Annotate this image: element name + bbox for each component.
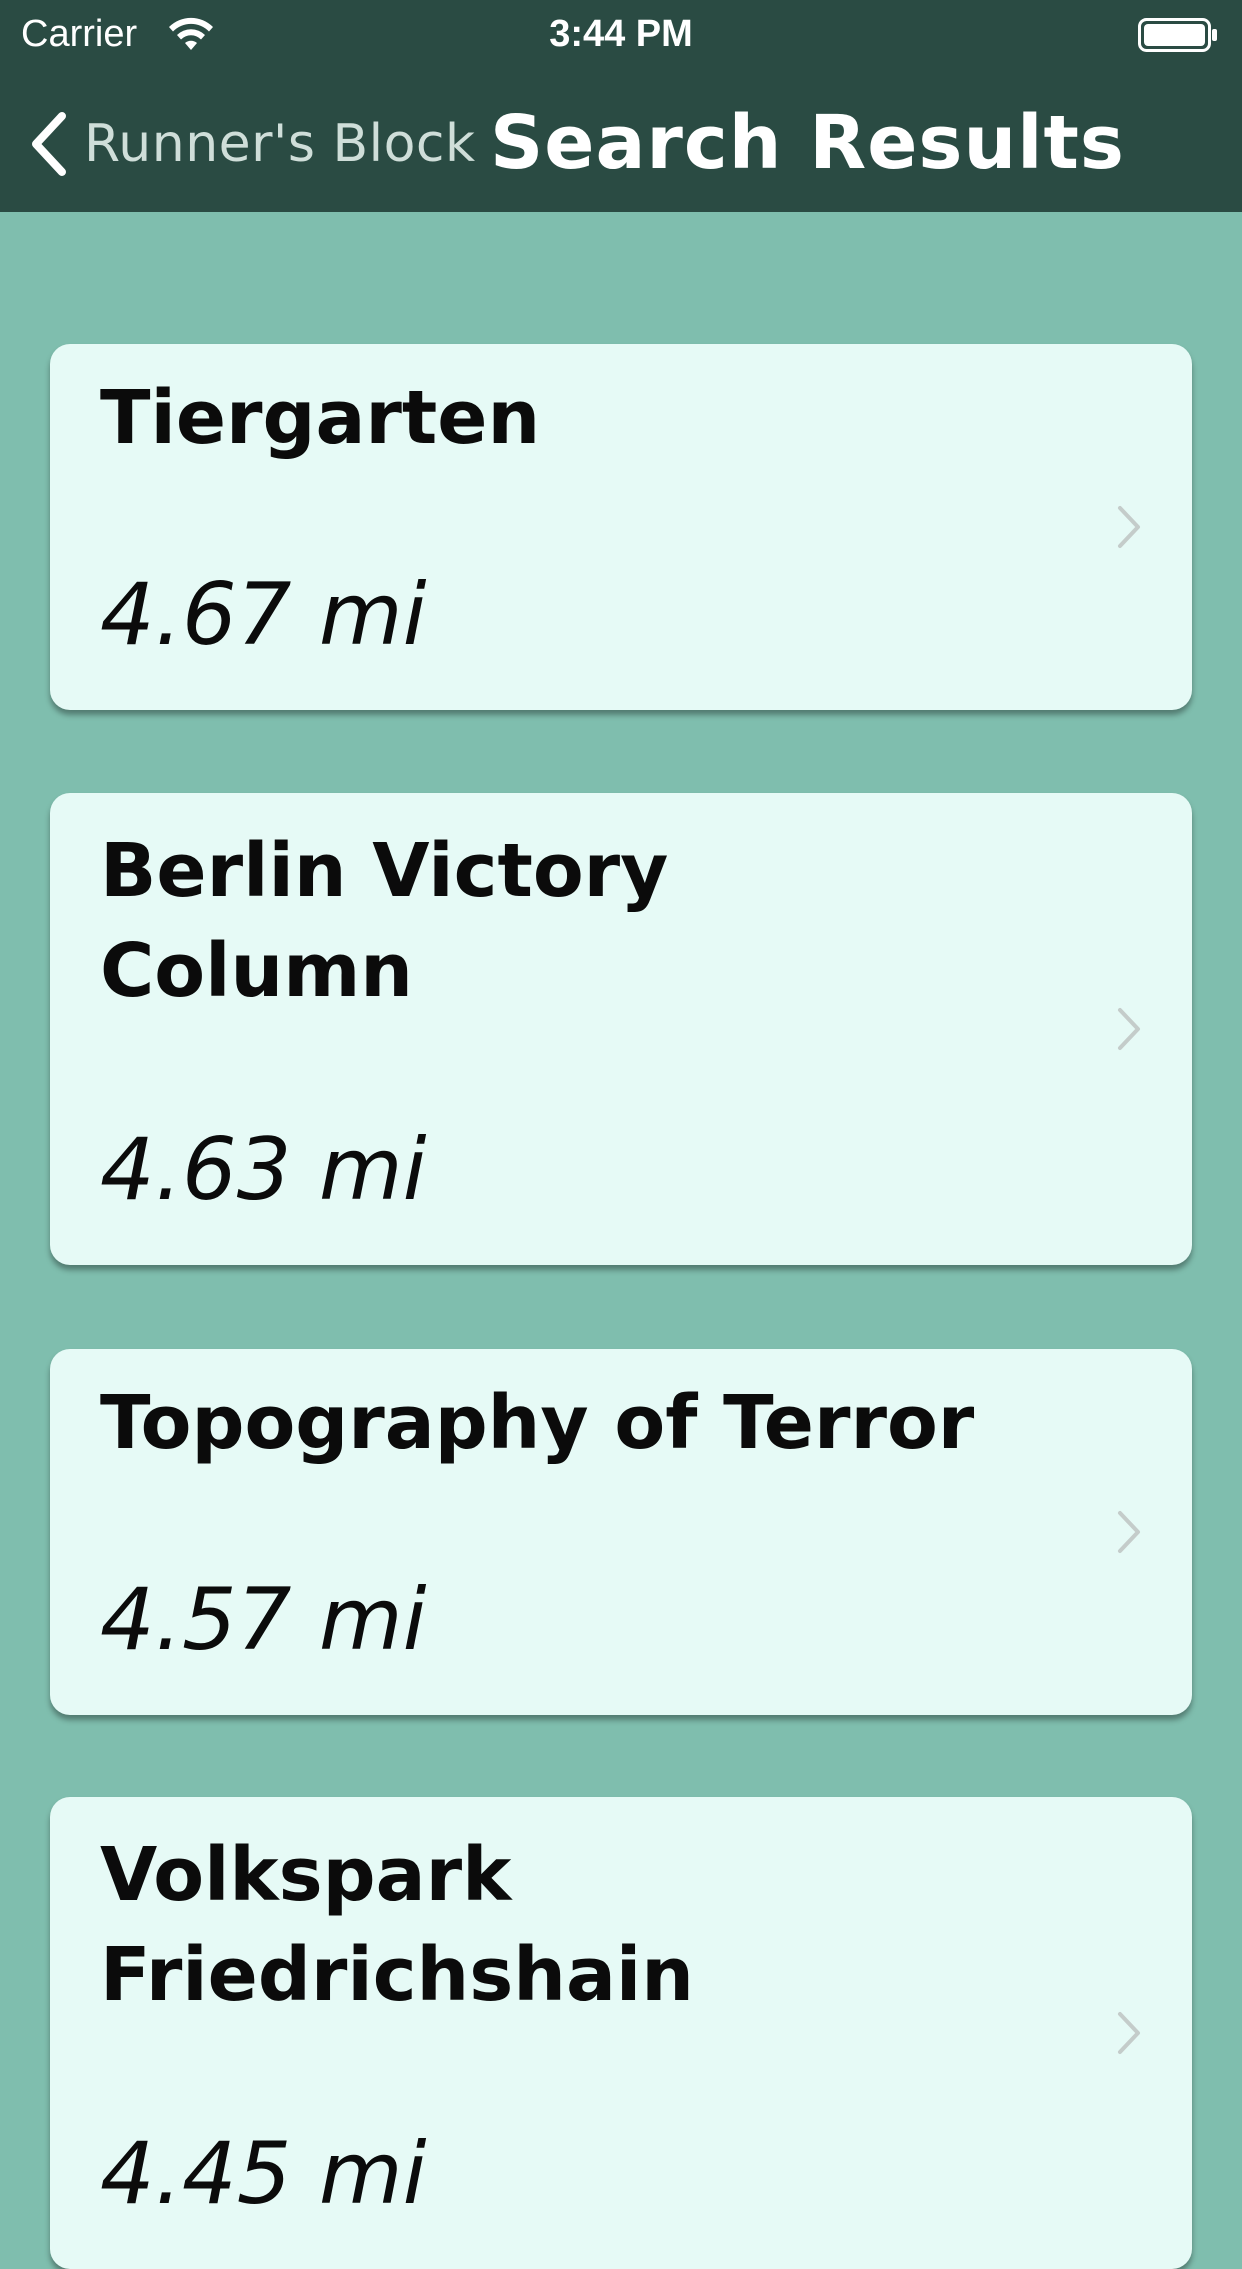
result-name: Tiergarten [100,375,541,461]
result-card-volkspark-friedrichshain[interactable]: Volkspark Friedrichshain 4.45 mi [50,1797,1192,2269]
top-bar: Carrier 3:44 PM Runner's Block Search Re… [0,0,1242,212]
result-name: Berlin Victory Column [100,828,669,1014]
battery-icon [1138,18,1217,52]
chevron-right-icon [1118,506,1140,548]
back-button-label: Runner's Block [84,114,476,174]
result-card-tiergarten[interactable]: Tiergarten 4.67 mi [50,344,1192,710]
result-distance: 4.57 mi [100,1570,427,1670]
status-bar: Carrier 3:44 PM [0,0,1242,66]
status-time: 3:44 PM [549,13,693,55]
back-button[interactable]: Runner's Block [26,104,476,184]
chevron-right-icon [1118,2012,1140,2054]
result-card-topography-of-terror[interactable]: Topography of Terror 4.57 mi [50,1349,1192,1715]
result-name: Topography of Terror [100,1380,975,1466]
navigation-bar: Runner's Block Search Results [0,66,1242,212]
page-title: Search Results [490,100,1125,186]
result-distance: 4.45 mi [100,2124,427,2224]
chevron-left-icon [32,112,66,176]
result-name: Volkspark Friedrichshain [100,1832,694,2018]
result-card-berlin-victory-column[interactable]: Berlin Victory Column 4.63 mi [50,793,1192,1265]
results-list: Tiergarten 4.67 mi Berlin Victory Column… [0,212,1242,2269]
chevron-right-icon [1118,1008,1140,1050]
result-distance: 4.67 mi [100,565,427,665]
result-distance: 4.63 mi [100,1120,427,1220]
chevron-right-icon [1118,1511,1140,1553]
